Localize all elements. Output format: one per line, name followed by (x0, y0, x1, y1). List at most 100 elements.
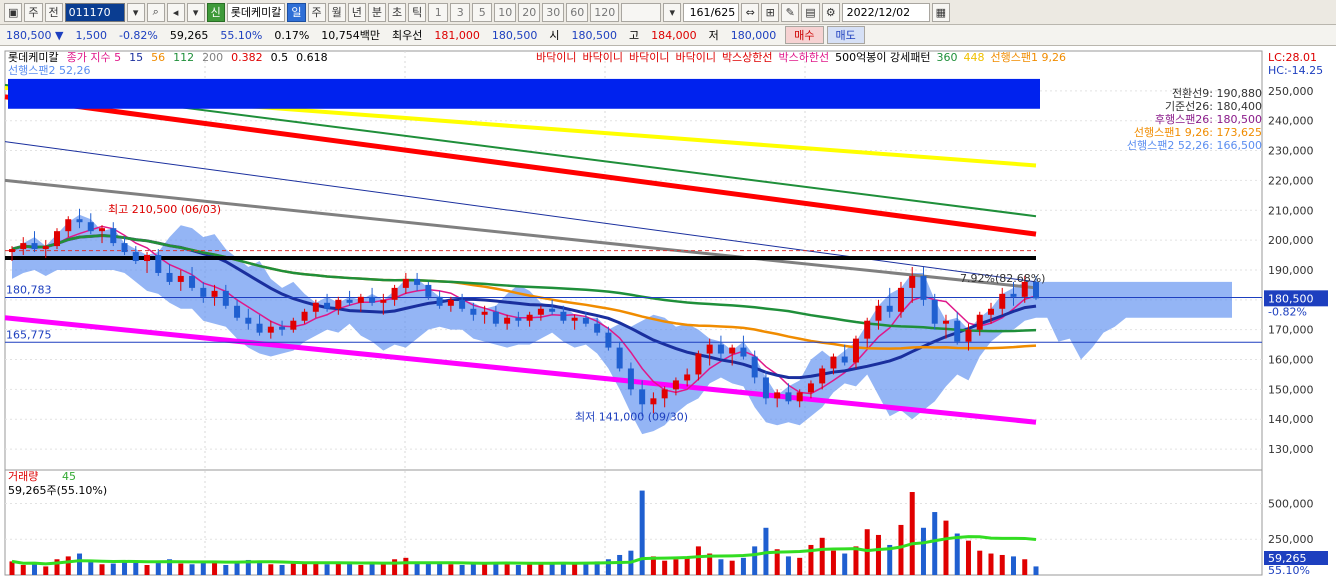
tab-tick[interactable]: 틱 (408, 2, 427, 22)
volume-bar (133, 562, 139, 575)
interval-1[interactable]: 1 (428, 2, 449, 22)
price-tick-label: 220,000 (1268, 174, 1314, 187)
candle (279, 326, 286, 330)
open-price: 180,500 (571, 28, 618, 42)
best-price-label: 최우선 (392, 29, 423, 42)
tab-minute[interactable]: 분 (367, 2, 387, 22)
custom-dropdown-icon[interactable]: ▾ (663, 2, 682, 22)
candle (774, 392, 781, 399)
tab-second[interactable]: 초 (388, 2, 407, 22)
candle (909, 275, 916, 288)
draw-icon[interactable]: ✎ (781, 2, 800, 22)
legend-item: 선행스팬1 9,26 (991, 51, 1066, 64)
sound-icon[interactable]: ◂ (166, 2, 185, 22)
volume-bar (875, 534, 881, 575)
tab-week[interactable]: 주 (307, 2, 326, 22)
candle (346, 299, 353, 303)
search-icon[interactable]: ⌕ (146, 2, 165, 22)
credit-badge[interactable]: 신 (206, 2, 225, 22)
volume-bar (842, 553, 848, 575)
candle (369, 296, 376, 303)
interval-30[interactable]: 30 (542, 2, 565, 22)
interval-20[interactable]: 20 (518, 2, 541, 22)
interval-10[interactable]: 10 (494, 2, 517, 22)
candle (1010, 293, 1017, 297)
tab-year[interactable]: 년 (347, 2, 366, 22)
tab-day[interactable]: 일 (287, 2, 306, 22)
legend-item: 0.618 (296, 51, 328, 64)
candle (852, 338, 859, 363)
count-display[interactable]: 161/625 (683, 2, 740, 22)
volume-bar (448, 564, 454, 575)
volume-bar (673, 559, 679, 575)
price-chart[interactable]: 250,000 240,000 230,000 220,000 210,000 200,0… (0, 47, 1336, 580)
chart-area[interactable]: 250,000 240,000 230,000 220,000 210,000 200,0… (0, 47, 1336, 580)
volume-bar (88, 562, 94, 575)
volume-bar (977, 550, 983, 575)
legend-item: 500억봉이 강세패턴 (835, 51, 930, 64)
price-change: 1,500 (75, 28, 107, 42)
candle (830, 356, 837, 369)
current-price: 180,500 ▼ (6, 28, 64, 42)
volume-bar (527, 564, 533, 575)
volume-bar (302, 562, 308, 575)
candle (605, 332, 612, 348)
volume-bar (662, 560, 668, 575)
ref-line-upper-label: 180,783 (6, 283, 52, 296)
price-tick-label: 230,000 (1268, 145, 1314, 158)
candle (87, 222, 94, 232)
prev-button[interactable]: 전 (44, 2, 63, 22)
stock-code-input[interactable]: 011170 (64, 2, 125, 22)
legend-item: 롯데케미칼 (8, 51, 59, 64)
candle (110, 228, 117, 244)
candle (661, 389, 668, 399)
candle (144, 255, 151, 262)
interval-120[interactable]: 120 (590, 2, 620, 22)
quote-bar: 180,500 ▼ 1,500 -0.82% 59,265 55.10% 0.1… (0, 25, 1336, 46)
volume-bar (797, 557, 803, 575)
volume-bar (639, 490, 645, 575)
price-tick-label: 130,000 (1268, 443, 1314, 456)
save-icon[interactable]: ▤ (801, 2, 820, 22)
code-dropdown-icon[interactable]: ▾ (126, 2, 145, 22)
date-field[interactable]: 2022/12/02 (841, 2, 930, 22)
volume-bar (482, 564, 488, 575)
zoom-icon[interactable]: ⊞ (761, 2, 780, 22)
price-tick-label: 140,000 (1268, 413, 1314, 426)
fit-icon[interactable]: ⇔ (741, 2, 760, 22)
period-select[interactable]: 주 (24, 2, 43, 22)
gear-icon[interactable]: ⚙ (821, 2, 840, 22)
interval-60[interactable]: 60 (566, 2, 589, 22)
volume-bar (954, 533, 960, 575)
blue-band (8, 78, 1040, 109)
current-volume-ratio: 55.10% (1268, 564, 1310, 577)
calendar-icon[interactable]: ▦ (931, 2, 951, 22)
tab-month[interactable]: 월 (327, 2, 346, 22)
volume-bar (853, 546, 859, 575)
custom-interval-input[interactable] (621, 2, 662, 22)
candle (20, 243, 27, 250)
price-tick-label: 150,000 (1268, 383, 1314, 396)
volume-bar (110, 563, 116, 575)
volume-bar (538, 563, 544, 575)
candle (267, 326, 274, 333)
candle (762, 377, 769, 399)
volume-bar (617, 554, 623, 575)
volume-pane (4, 469, 1263, 576)
candle (312, 302, 319, 312)
candle (616, 347, 623, 369)
interval-3[interactable]: 3 (450, 2, 471, 22)
legend-item: 15 (129, 51, 143, 64)
dropdown-icon[interactable]: ▾ (186, 2, 205, 22)
sell-button[interactable]: 매도 (826, 26, 865, 44)
legend-item: 바닥이니 (629, 51, 669, 64)
interval-5[interactable]: 5 (472, 2, 493, 22)
price-tick-label: 200,000 (1268, 234, 1314, 247)
chart-layout-icon[interactable]: ▣ (4, 2, 23, 22)
buy-button[interactable]: 매수 (785, 26, 824, 44)
candle (189, 275, 196, 288)
candle (751, 356, 758, 378)
candle (42, 246, 49, 250)
candle (436, 296, 443, 306)
volume-bar (43, 566, 49, 575)
